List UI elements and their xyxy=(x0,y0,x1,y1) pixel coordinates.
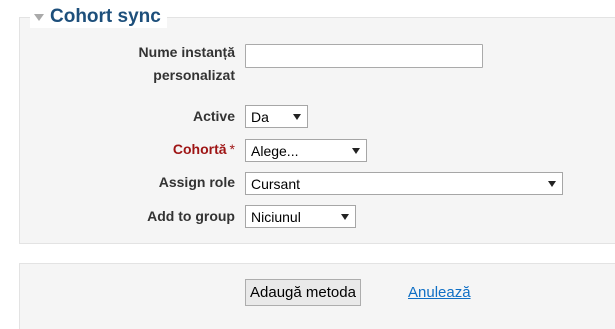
active-select-value: Da xyxy=(251,108,269,125)
section-title: Cohort sync xyxy=(50,6,161,27)
chevron-down-icon xyxy=(341,213,349,220)
active-select[interactable]: Da xyxy=(245,105,308,128)
assign-role-select-value: Cursant xyxy=(251,175,301,192)
instance-name-input[interactable] xyxy=(245,44,483,68)
add-to-group-label: Add to group xyxy=(147,208,235,224)
instance-name-label-line2: personalizat xyxy=(153,67,235,83)
cohort-select-value: Alege... xyxy=(251,142,299,159)
assign-role-select[interactable]: Cursant xyxy=(245,172,563,195)
required-asterisk-icon: * xyxy=(229,141,235,157)
active-label: Active xyxy=(192,108,235,124)
instance-name-label: Nume instanță personalizat xyxy=(139,42,235,85)
chevron-down-icon xyxy=(293,113,301,120)
add-method-button[interactable]: Adaugă metoda xyxy=(245,279,361,306)
cohort-label-text: Cohortă xyxy=(172,141,227,157)
cohort-select[interactable]: Alege... xyxy=(245,139,367,162)
chevron-down-icon xyxy=(548,180,556,187)
add-to-group-select[interactable]: Niciunul xyxy=(245,205,356,228)
collapse-triangle-icon[interactable] xyxy=(34,14,44,21)
cohort-label: Cohortă * xyxy=(173,139,235,159)
section-header[interactable]: Cohort sync xyxy=(30,6,167,28)
chevron-down-icon xyxy=(352,147,360,154)
add-to-group-select-value: Niciunul xyxy=(251,208,301,225)
instance-name-label-line1: Nume instanță xyxy=(138,44,235,60)
cancel-link[interactable]: Anulează xyxy=(408,284,471,301)
assign-role-label: Assign role xyxy=(158,174,235,190)
